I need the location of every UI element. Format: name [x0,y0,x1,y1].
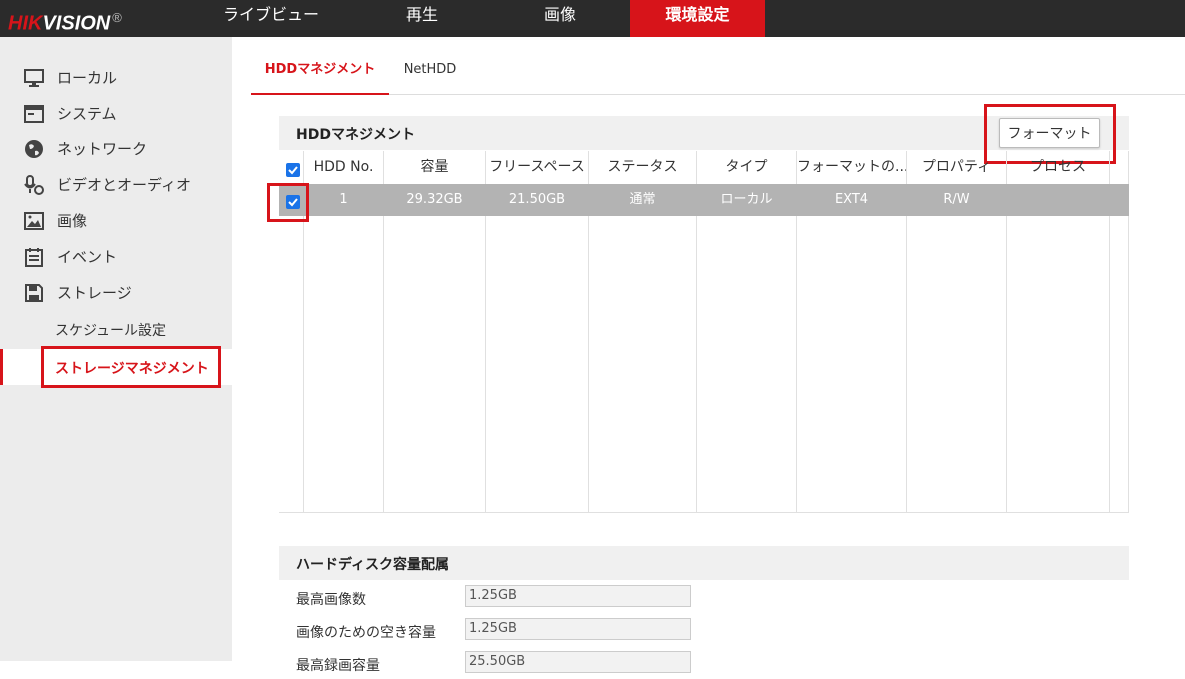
hdd-section-title: HDDマネジメント [296,127,415,143]
free-picture-space-field: 1.25GB [465,618,691,640]
allocation-section-title: ハードディスク容量配属 [296,557,450,573]
field-label: 最高画像数 [296,592,366,608]
column-header-free-space: フリースペース [489,159,585,175]
sidebar-subitem-storage-management[interactable]: ストレージマネジメント [0,349,232,385]
allocation-row-free-picture: 画像のための空き容量 1.25GB [279,616,729,646]
column-header-property: プロパティ [921,159,992,175]
sidebar-item-video-audio[interactable]: ビデオとオーディオ [0,166,232,202]
field-label: 画像のための空き容量 [296,625,436,641]
tab-nethdd[interactable]: NetHDD [391,52,469,93]
tab-hdd-management[interactable]: HDDマネジメント [251,52,389,95]
sidebar-item-local[interactable]: ローカル [0,59,232,95]
sidebar-subitem-schedule[interactable]: スケジュール設定 [0,311,232,347]
nav-picture[interactable]: 画像 [510,0,610,37]
checkmark-icon [288,198,298,207]
checkmark-icon [288,166,298,175]
cell-free-space: 21.50GB [508,192,566,207]
max-picture-field: 1.25GB [465,585,691,607]
sidebar-item-label: イベント [57,248,118,266]
format-button[interactable]: フォーマット [999,118,1100,148]
sidebar-item-label: ローカル [57,69,118,87]
select-all-checkbox[interactable] [286,163,300,177]
sidebar-item-label: ストレージ [57,284,132,302]
nav-live-view[interactable]: ライブビュー [206,0,336,37]
sidebar-item-label: 画像 [57,212,88,230]
column-header-hdd-no: HDD No. [313,159,374,175]
hikvision-logo: HIKVISION ® [8,10,122,35]
table-row[interactable]: 1 29.32GB 21.50GB 通常 ローカル EXT4 R/W [279,184,1129,216]
allocation-row-max-picture: 最高画像数 1.25GB [279,583,729,613]
sidebar-item-network[interactable]: ネットワーク [0,130,232,166]
sidebar-item-storage[interactable]: ストレージ [0,274,232,310]
column-header-type: タイプ [725,159,768,175]
column-header-status: ステータス [607,159,678,175]
cell-hdd-no: 1 [339,192,348,207]
column-header-process: プロセス [1030,159,1086,175]
tab-bar: HDDマネジメント NetHDD [251,52,1185,95]
sidebar-subitem-label: ストレージマネジメント [55,361,209,377]
top-navigation-bar: HIKVISION ® ライブビュー 再生 画像 環境設定 [0,0,1185,37]
allocation-section-header: ハードディスク容量配属 [279,546,1129,580]
nav-playback[interactable]: 再生 [372,0,472,37]
image-icon [24,212,44,230]
cell-type: ローカル [720,192,773,207]
sidebar-item-label: ビデオとオーディオ [57,176,191,194]
sidebar-subitem-label: スケジュール設定 [55,323,167,339]
sidebar: ローカル システム ネットワーク ビデオとオーディオ 画像 イベント ストレージ… [0,37,232,661]
cell-property: R/W [943,192,970,207]
microphone-camera-icon [24,175,44,195]
nav-configuration[interactable]: 環境設定 [630,0,765,37]
system-window-icon [24,105,44,123]
sidebar-item-image[interactable]: 画像 [0,202,232,238]
column-header-format: フォーマットの... [797,159,906,175]
cell-status: 通常 [629,192,656,207]
sidebar-item-label: ネットワーク [57,140,148,158]
hdd-table: HDD No. 容量 フリースペース ステータス タイプ フォーマットの... … [279,151,1129,513]
max-record-field: 25.50GB [465,651,691,673]
monitor-icon [24,69,44,87]
save-disk-icon [25,284,43,302]
cell-format: EXT4 [834,192,869,207]
field-label: 最高録画容量 [296,658,380,674]
column-header-capacity: 容量 [420,159,449,175]
cell-process [1007,184,1109,216]
sidebar-item-event[interactable]: イベント [0,238,232,274]
sidebar-item-label: システム [57,105,117,123]
sidebar-item-system[interactable]: システム [0,95,232,131]
allocation-row-max-record: 最高録画容量 25.50GB [279,649,729,679]
row-checkbox[interactable] [286,195,300,209]
calendar-icon [25,248,43,267]
globe-icon [25,140,43,158]
cell-capacity: 29.32GB [406,192,463,207]
